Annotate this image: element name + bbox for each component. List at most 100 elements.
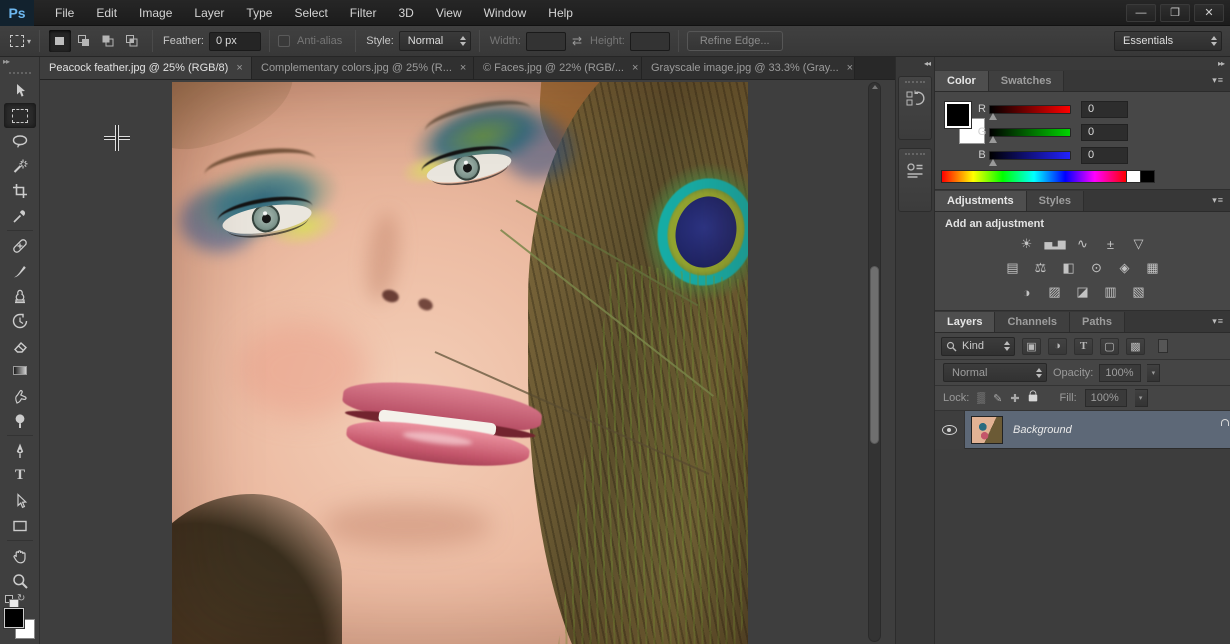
color-spectrum-ramp[interactable] [941, 170, 1155, 183]
doc-tab-peacock[interactable]: Peacock feather.jpg @ 25% (RGB/8) × [40, 57, 252, 79]
channel-mixer-icon[interactable]: ◈ [1115, 259, 1134, 277]
foreground-color-swatch[interactable] [4, 608, 24, 628]
toolbar-collapse-icon[interactable]: ▸▸ [0, 57, 39, 71]
menu-filter[interactable]: Filter [339, 1, 388, 25]
lock-transparency-icon[interactable]: ▒ [977, 392, 985, 404]
tab-channels[interactable]: Channels [995, 312, 1070, 332]
dodge-tool[interactable] [0, 408, 40, 433]
filter-pixel-layers-icon[interactable]: ▣ [1022, 338, 1041, 355]
dock-collapse-icon[interactable]: ◂◂ [896, 57, 934, 70]
menu-select[interactable]: Select [283, 1, 338, 25]
blue-slider[interactable] [989, 151, 1071, 160]
blue-value-input[interactable]: 0 [1081, 147, 1128, 164]
scroll-up-arrow-icon[interactable] [872, 85, 878, 89]
canvas-vertical-scrollbar[interactable] [868, 82, 881, 642]
close-icon[interactable]: ✕ [1194, 4, 1224, 22]
menu-view[interactable]: View [425, 1, 473, 25]
filter-adjustment-layers-icon[interactable]: ◑ [1048, 338, 1067, 355]
tab-styles[interactable]: Styles [1027, 191, 1084, 211]
intersect-selection-button[interactable] [121, 30, 143, 52]
workspace-switcher[interactable]: Essentials [1114, 31, 1222, 51]
brightness-contrast-icon[interactable]: ☀ [1017, 235, 1036, 253]
blend-mode-dropdown[interactable]: Normal [943, 363, 1047, 382]
lock-all-icon[interactable] [1028, 395, 1037, 402]
anti-alias-checkbox[interactable] [278, 35, 290, 47]
tab-close-icon[interactable]: × [847, 62, 853, 74]
layer-thumbnail[interactable] [971, 416, 1003, 444]
hue-saturation-icon[interactable]: ▤ [1003, 259, 1022, 277]
posterize-icon[interactable]: ▨ [1045, 283, 1064, 301]
lock-position-icon[interactable]: ✚ [1010, 392, 1019, 405]
eyedropper-tool[interactable] [0, 203, 40, 228]
lasso-tool[interactable] [0, 128, 40, 153]
subtract-from-selection-button[interactable] [97, 30, 119, 52]
layers-empty-area[interactable] [935, 449, 1230, 644]
properties-panel-button[interactable] [898, 148, 932, 212]
doc-tab-faces[interactable]: © Faces.jpg @ 22% (RGB/... × [474, 57, 642, 79]
path-selection-tool[interactable] [0, 488, 40, 513]
rectangle-tool[interactable] [0, 513, 40, 538]
crop-tool[interactable] [0, 178, 40, 203]
refine-edge-button[interactable]: Refine Edge... [687, 31, 783, 51]
style-dropdown[interactable]: Normal [399, 31, 471, 51]
restore-icon[interactable]: ❐ [1160, 4, 1190, 22]
hand-tool[interactable] [0, 543, 40, 568]
swap-dimensions-icon[interactable]: ⇄ [572, 34, 582, 48]
panels-collapse-icon[interactable]: ▸▸ [935, 57, 1230, 70]
scrollbar-thumb[interactable] [870, 266, 879, 444]
menu-help[interactable]: Help [537, 1, 584, 25]
visibility-toggle[interactable] [935, 411, 965, 449]
brush-tool[interactable] [0, 258, 40, 283]
menu-image[interactable]: Image [128, 1, 183, 25]
menu-type[interactable]: Type [235, 1, 283, 25]
menu-3d[interactable]: 3D [387, 1, 424, 25]
slider-handle[interactable] [989, 113, 997, 120]
clone-stamp-tool[interactable] [0, 283, 40, 308]
filter-smart-objects-icon[interactable]: ▩ [1126, 338, 1145, 355]
fill-input[interactable]: 100% [1085, 389, 1127, 407]
threshold-icon[interactable]: ◪ [1073, 283, 1092, 301]
history-panel-button[interactable] [898, 76, 932, 140]
gradient-map-icon[interactable]: ▥ [1101, 283, 1120, 301]
minimize-icon[interactable]: — [1126, 4, 1156, 22]
menu-file[interactable]: File [44, 1, 85, 25]
smudge-tool[interactable] [0, 383, 40, 408]
feather-input[interactable]: 0 px [209, 32, 261, 51]
green-slider[interactable] [989, 128, 1071, 137]
red-slider[interactable] [989, 105, 1071, 114]
eraser-tool[interactable] [0, 333, 40, 358]
filter-kind-dropdown[interactable]: Kind [941, 337, 1015, 356]
levels-icon[interactable]: ▅▂▆ [1045, 235, 1064, 253]
spectrum-gradient[interactable] [941, 170, 1127, 183]
tab-close-icon[interactable]: × [236, 62, 242, 74]
foreground-color-swatch[interactable] [945, 102, 971, 128]
panel-menu-icon[interactable]: ▾≡ [1212, 75, 1224, 86]
opacity-dropdown-arrow[interactable]: ▾ [1147, 364, 1160, 382]
filter-toggle-switch[interactable] [1158, 339, 1168, 353]
black-swatch[interactable] [1141, 170, 1155, 183]
exposure-icon[interactable]: ± [1101, 235, 1120, 253]
lock-image-icon[interactable]: ✎ [993, 392, 1002, 405]
default-colors-icon[interactable] [5, 595, 13, 603]
color-balance-icon[interactable]: ⚖ [1031, 259, 1050, 277]
vibrance-icon[interactable]: ▽ [1129, 235, 1148, 253]
quick-selection-tool[interactable] [0, 153, 40, 178]
doc-tab-grayscale[interactable]: Grayscale image.jpg @ 33.3% (Gray... × [642, 57, 855, 79]
doc-tab-complementary[interactable]: Complementary colors.jpg @ 25% (R... × [252, 57, 474, 79]
tab-close-icon[interactable]: × [460, 62, 466, 74]
panel-menu-icon[interactable]: ▾≡ [1212, 195, 1224, 206]
photo-filter-icon[interactable]: ⊙ [1087, 259, 1106, 277]
rectangular-marquee-tool[interactable] [4, 103, 36, 128]
type-tool[interactable]: T [0, 463, 40, 488]
opacity-input[interactable]: 100% [1099, 364, 1141, 382]
layer-row-background[interactable]: Background [935, 411, 1230, 449]
filter-type-layers-icon[interactable]: T [1074, 338, 1093, 355]
history-brush-tool[interactable] [0, 308, 40, 333]
pen-tool[interactable] [0, 438, 40, 463]
tab-swatches[interactable]: Swatches [989, 71, 1065, 91]
fill-dropdown-arrow[interactable]: ▾ [1135, 389, 1148, 407]
tab-adjustments[interactable]: Adjustments [935, 191, 1027, 211]
tool-preset-picker[interactable]: ▾ [10, 35, 31, 47]
width-input[interactable] [526, 32, 566, 51]
gradient-tool[interactable] [0, 358, 40, 383]
